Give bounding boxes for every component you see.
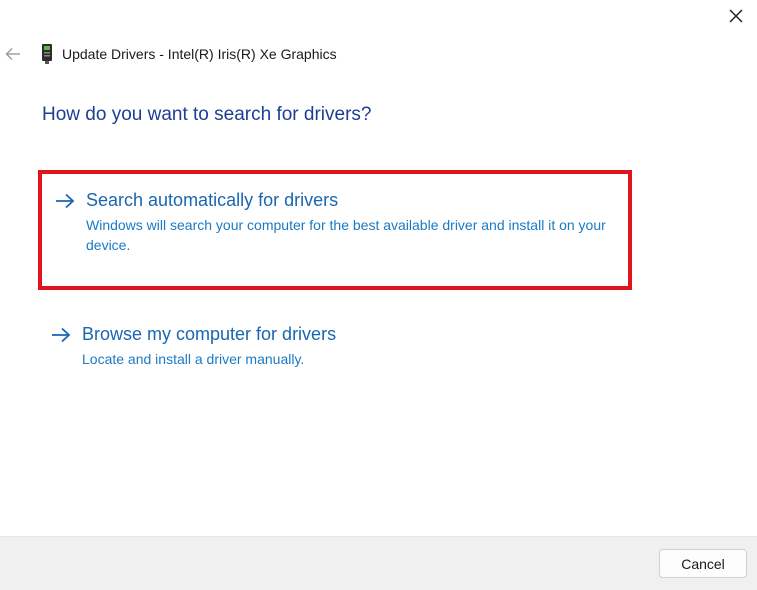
- update-drivers-window: Update Drivers - Intel(R) Iris(R) Xe Gra…: [0, 0, 757, 590]
- window-title: Update Drivers - Intel(R) Iris(R) Xe Gra…: [62, 46, 337, 62]
- page-heading: How do you want to search for drivers?: [42, 104, 372, 125]
- option-description: Windows will search your computer for th…: [86, 217, 606, 253]
- search-automatically-option[interactable]: Search automatically for drivers Windows…: [38, 170, 632, 290]
- arrow-right-icon: [54, 190, 76, 212]
- close-button[interactable]: [721, 3, 751, 29]
- footer-bar: Cancel: [0, 536, 757, 590]
- browse-computer-option[interactable]: Browse my computer for drivers Locate an…: [38, 312, 632, 378]
- back-button[interactable]: [2, 43, 24, 65]
- option-title: Browse my computer for drivers: [82, 324, 337, 344]
- option-title: Search automatically for drivers: [86, 190, 339, 210]
- device-icon: [41, 44, 53, 64]
- cancel-button[interactable]: Cancel: [659, 549, 747, 578]
- title-bar: Update Drivers - Intel(R) Iris(R) Xe Gra…: [0, 40, 337, 68]
- back-arrow-icon: [5, 48, 20, 60]
- close-icon: [729, 9, 743, 23]
- option-description: Locate and install a driver manually.: [82, 351, 305, 367]
- arrow-right-icon: [50, 324, 72, 346]
